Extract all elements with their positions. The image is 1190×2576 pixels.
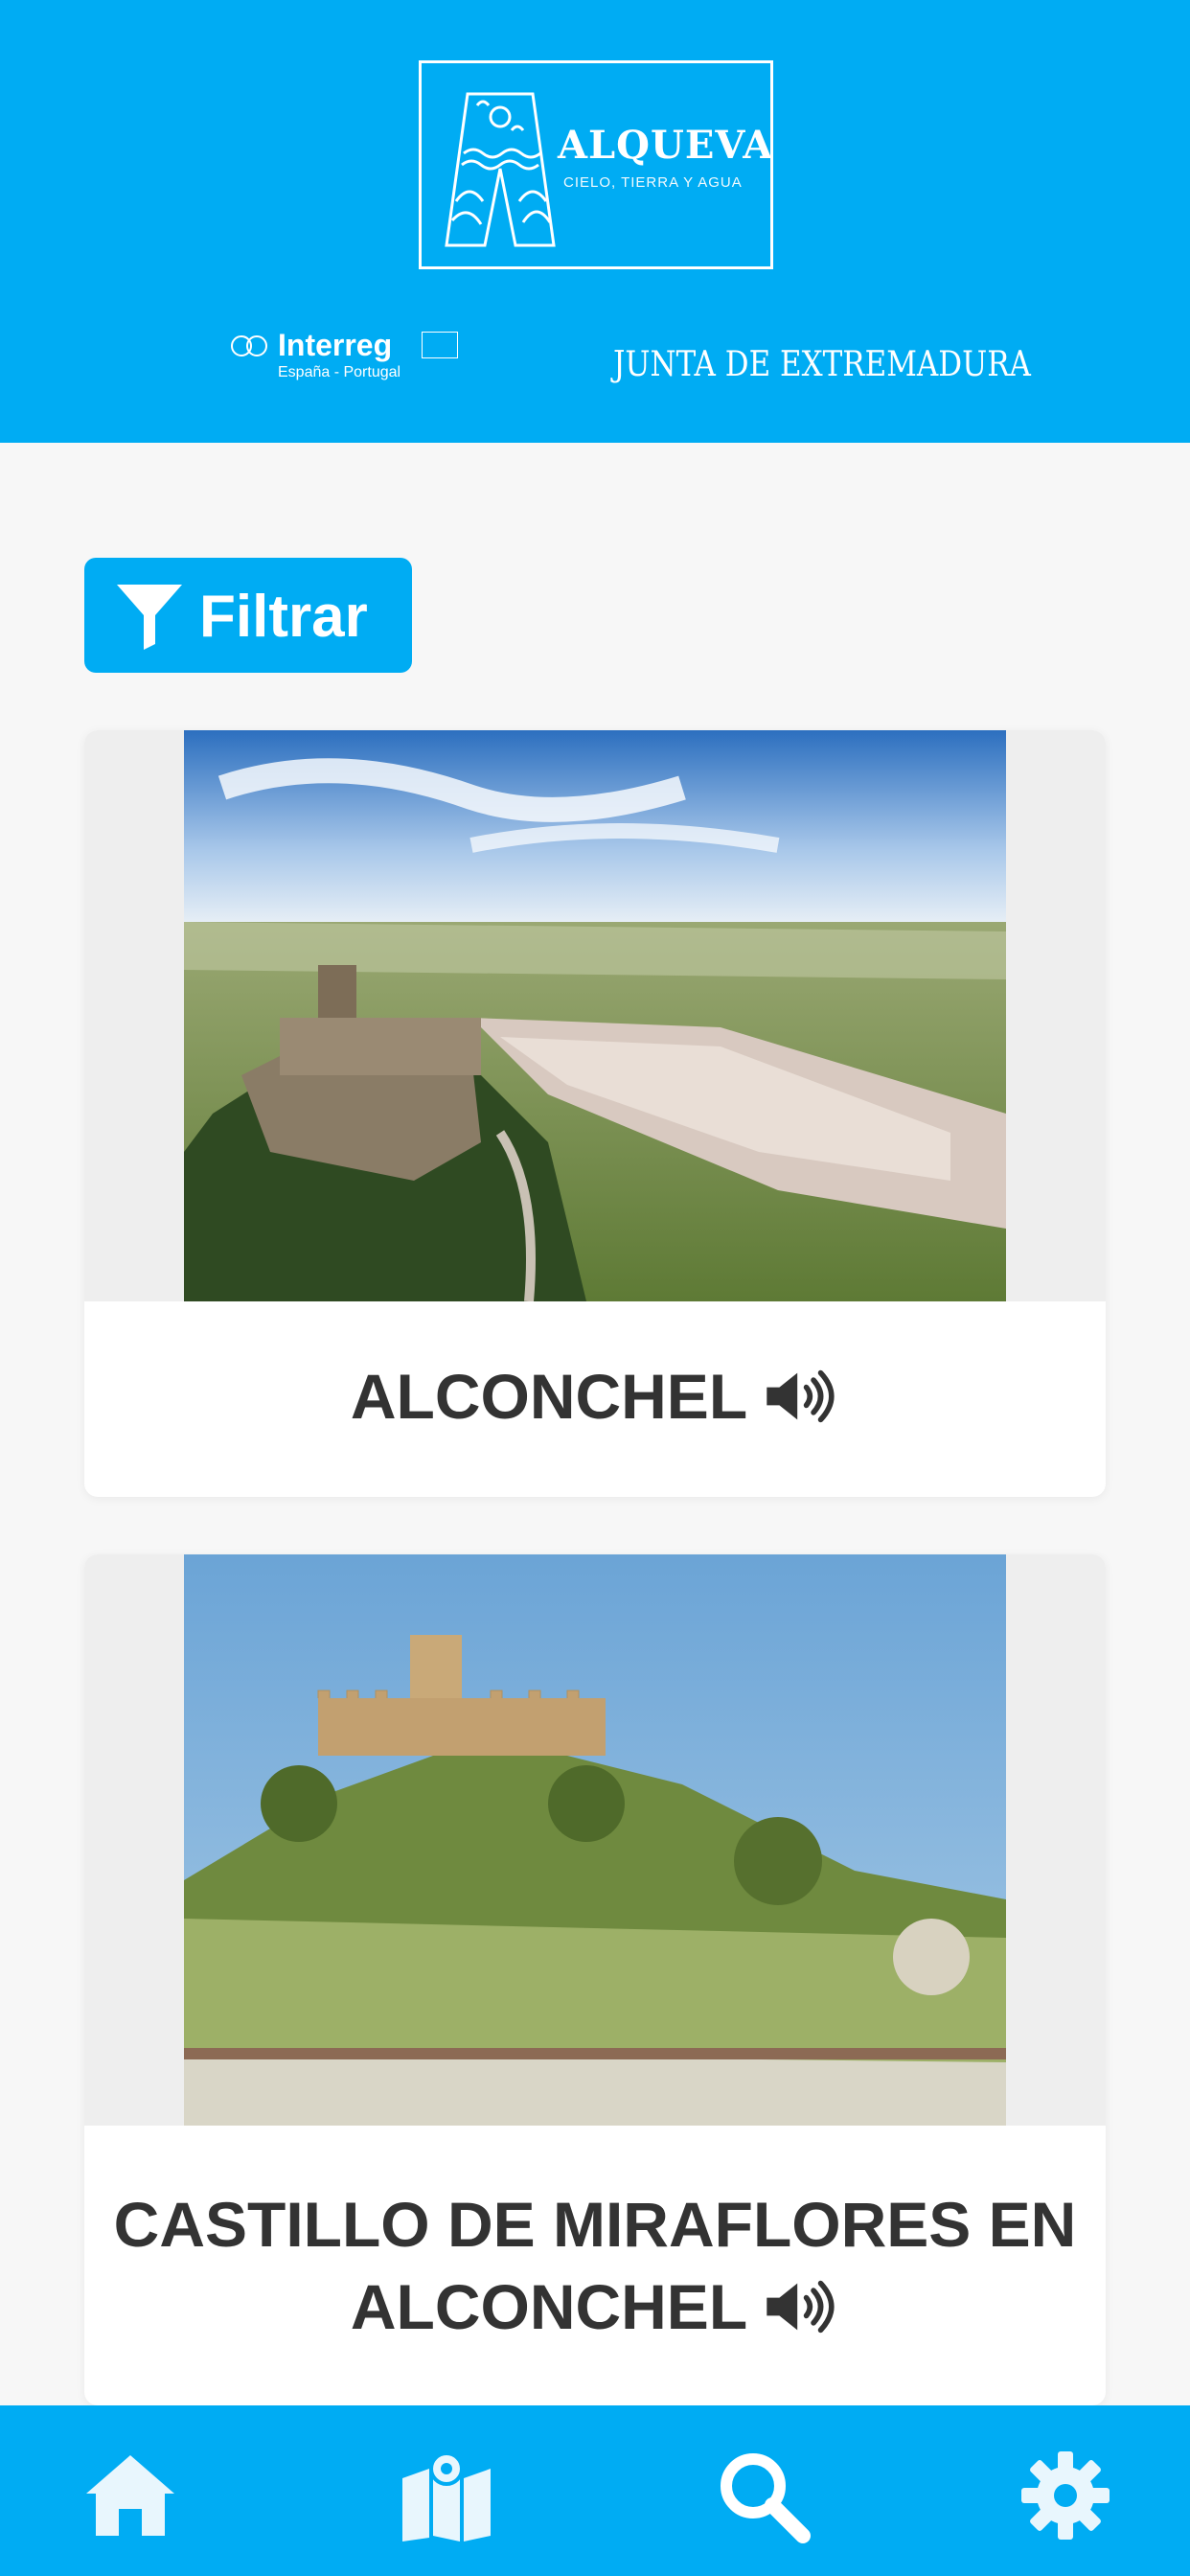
settings-icon[interactable]: [1018, 2448, 1113, 2543]
alqueva-logo: ALQUEVA CIELO, TIERRA Y AGUA: [419, 60, 773, 269]
home-icon[interactable]: [82, 2448, 178, 2543]
eu-flag-icon: [422, 332, 458, 358]
speaker-icon[interactable]: [761, 2278, 839, 2335]
filter-funnel-icon: [117, 585, 182, 650]
interreg-name: Interreg: [278, 328, 393, 362]
junta-extremadura-logo: JUNTA DE EXTREMADURA: [613, 345, 1031, 384]
card-title-line2: ALCONCHEL: [350, 2271, 748, 2342]
logo-subtitle: CIELO, TIERRA Y AGUA: [563, 174, 743, 191]
card-title: ALCONCHEL: [84, 1355, 1106, 1438]
interreg-sub: España - Portugal: [278, 364, 401, 380]
map-icon[interactable]: [399, 2448, 494, 2543]
card-image-frame: [84, 1554, 1106, 2126]
speaker-icon[interactable]: [761, 1368, 839, 1425]
app-header: ALQUEVA CIELO, TIERRA Y AGUA Interreg Es…: [0, 0, 1190, 443]
card-title-text: ALCONCHEL: [350, 1361, 748, 1432]
filter-button[interactable]: Filtrar: [84, 558, 412, 673]
logo-title: ALQUEVA: [558, 123, 774, 168]
interreg-cloud-icon: [231, 335, 267, 356]
card-image-frame: [84, 730, 1106, 1301]
castle-hill-photo: [184, 1554, 1006, 2126]
alqueva-logo-glyph: [445, 92, 556, 247]
filter-label: Filtrar: [199, 584, 368, 650]
aerial-castle-town-photo: [184, 730, 1006, 1301]
search-icon[interactable]: [715, 2448, 811, 2543]
interreg-logo: Interreg España - Portugal: [230, 328, 469, 399]
card-title-line1: CASTILLO DE MIRAFLORES EN: [113, 2189, 1077, 2260]
place-card[interactable]: CASTILLO DE MIRAFLORES EN ALCONCHEL: [84, 1554, 1106, 2405]
bottom-navigation: [0, 2405, 1190, 2576]
place-card[interactable]: ALCONCHEL: [84, 730, 1106, 1497]
card-title: CASTILLO DE MIRAFLORES EN ALCONCHEL: [84, 2183, 1106, 2348]
